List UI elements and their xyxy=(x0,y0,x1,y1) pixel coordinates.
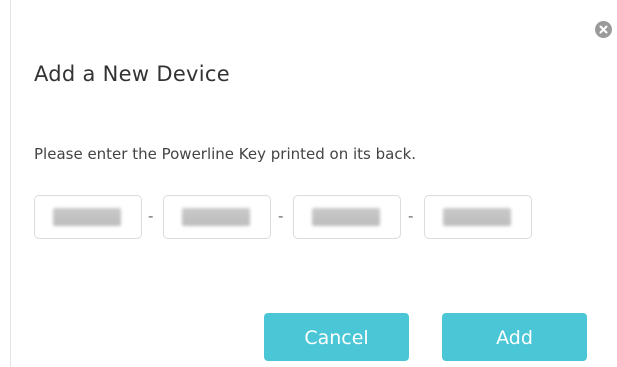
key-separator: - xyxy=(408,207,414,225)
redacted-value xyxy=(53,208,121,226)
add-device-dialog: Add a New Device Please enter the Powerl… xyxy=(0,0,617,367)
dialog-left-edge xyxy=(10,0,11,367)
add-button[interactable]: Add xyxy=(442,313,587,361)
redacted-value xyxy=(182,208,250,226)
key-field-2[interactable] xyxy=(163,195,271,239)
close-icon[interactable] xyxy=(595,21,612,38)
key-separator: - xyxy=(278,207,284,225)
instruction-text: Please enter the Powerline Key printed o… xyxy=(34,145,417,163)
powerline-key-inputs: - - - xyxy=(34,195,554,241)
key-field-1[interactable] xyxy=(34,195,142,239)
cancel-button[interactable]: Cancel xyxy=(264,313,409,361)
key-separator: - xyxy=(148,207,154,225)
key-field-4[interactable] xyxy=(424,195,532,239)
dialog-title: Add a New Device xyxy=(34,62,230,86)
redacted-value xyxy=(443,208,511,226)
key-field-3[interactable] xyxy=(293,195,401,239)
redacted-value xyxy=(312,208,380,226)
